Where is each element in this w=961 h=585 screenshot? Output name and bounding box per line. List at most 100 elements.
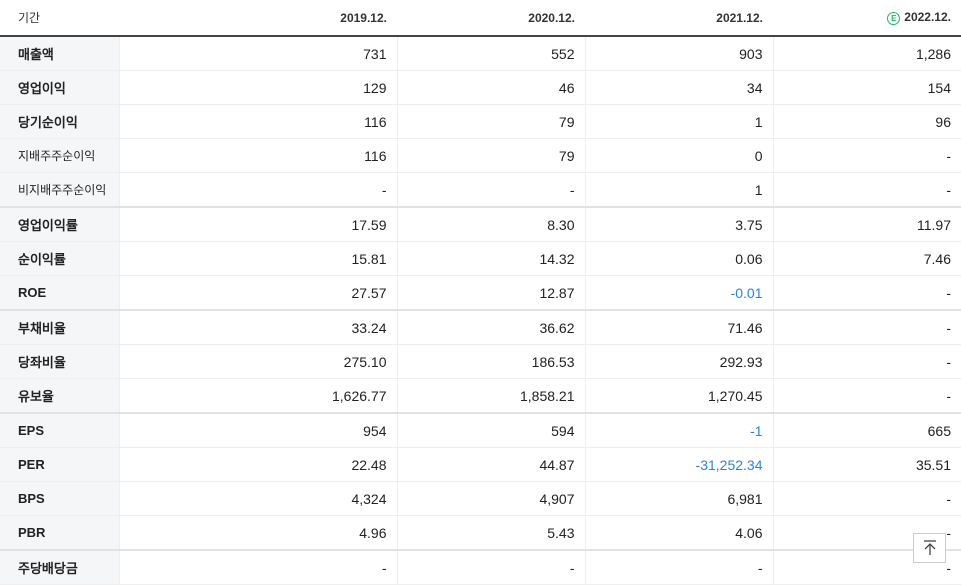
table-cell: 129 [118,70,397,105]
table-cell: 15.81 [118,241,397,276]
table-row: 당좌비율 275.10 186.53 292.93- [0,344,961,379]
table-cell: - [772,378,961,414]
period-header: 2020.12. [397,0,585,37]
row-label: 주당배당금 [0,549,119,585]
row-label: 유보율 [0,378,119,414]
table-cell: 903 [584,36,773,71]
period-header-label: 기간 [0,0,119,37]
table-cell: 4,907 [396,481,585,516]
table-cell: 116 [118,138,397,173]
table-cell: - [772,344,961,379]
table-row: 순이익률 15.81 14.32 0.06 7.46 [0,241,961,276]
row-label: BPS [0,481,119,516]
table-cell: 4.96 [118,515,397,551]
table-cell: 35.51 [772,447,961,482]
table-cell: 552 [396,36,585,71]
table-cell: 0 [584,138,773,173]
table-cell: -31,252.34 [584,447,773,482]
table-cell: 27.57 [118,275,397,311]
table-cell: 7.46 [772,241,961,276]
row-label: 매출액 [0,36,119,71]
table-cell: 8.30 [396,206,585,242]
row-label: PER [0,447,119,482]
table-cell: 0.06 [584,241,773,276]
table-cell: 1 [584,172,773,208]
row-label: 영업이익 [0,70,119,105]
table-cell: 116 [118,104,397,139]
table-cell: - [584,549,773,585]
table-row: 매출액 731 552 903 1,286 [0,36,961,71]
row-label: 당좌비율 [0,344,119,379]
table-cell: - [118,549,397,585]
row-label: 비지배주주순이익 [0,172,119,208]
table-cell: 22.48 [118,447,397,482]
table-cell: - [396,549,585,585]
period-header: 2021.12. [585,0,773,37]
table-cell: 4.06 [584,515,773,551]
table-row: 영업이익 129 46 34 154 [0,70,961,105]
table-cell: 186.53 [396,344,585,379]
estimate-icon: E [887,12,901,25]
table-row: 지배주주순이익 116 79 0- [0,138,961,173]
table-cell: 71.46 [584,309,773,345]
table-cell: 11.97 [772,206,961,242]
table-cell: 12.87 [396,275,585,311]
table-row: BPS 4,324 4,907 6,981- [0,481,961,516]
table-cell: 1,858.21 [396,378,585,414]
table-cell: 34 [584,70,773,105]
table-cell: 5.43 [396,515,585,551]
table-cell: 4,324 [118,481,397,516]
table-cell: 1,270.45 [584,378,773,414]
table-cell: 275.10 [118,344,397,379]
row-label: 지배주주순이익 [0,138,119,173]
table-cell: 665 [772,412,961,448]
table-cell: 6,981 [584,481,773,516]
table-cell: 154 [772,70,961,105]
table-cell: 1,626.77 [118,378,397,414]
table-cell: 954 [118,412,397,448]
row-label: 당기순이익 [0,104,119,139]
table-cell: 14.32 [396,241,585,276]
table-cell: 36.62 [396,309,585,345]
row-label: 영업이익률 [0,206,119,242]
row-label: PBR [0,515,119,551]
table-cell: -0.01 [584,275,773,311]
table-cell: 292.93 [584,344,773,379]
table-cell: 96 [772,104,961,139]
table-cell: 44.87 [396,447,585,482]
table-cell: - [772,275,961,311]
period-header: 2019.12. [119,0,397,37]
row-label: 순이익률 [0,241,119,276]
table-cell: 79 [396,104,585,139]
period-header-label-text: 2022.12. [904,10,951,24]
table-row: 영업이익률 17.59 8.30 3.75 11.97 [0,206,961,242]
table-cell: 1,286 [772,36,961,71]
financial-summary-table: 기간 2019.12. 2020.12. 2021.12. E 2022.12. … [0,0,961,585]
table-cell: 46 [396,70,585,105]
table-row: 부채비율 33.24 36.62 71.46- [0,309,961,345]
table-row: ROE 27.57 12.87 -0.01- [0,275,961,311]
table-row: PER 22.48 44.87 -31,252.34 35.51 [0,447,961,482]
table-cell: 731 [118,36,397,71]
table-row: 당기순이익 116 79 1 96 [0,104,961,139]
table-cell: 1 [584,104,773,139]
table-row: 유보율 1,626.77 1,858.21 1,270.45- [0,378,961,414]
row-label: EPS [0,412,119,448]
table-cell: -1 [584,412,773,448]
table-cell: - [772,309,961,345]
row-label: 부채비율 [0,309,119,345]
table-cell: - [772,138,961,173]
table-cell: - [118,172,397,208]
table-cell: 17.59 [118,206,397,242]
table-cell: 33.24 [118,309,397,345]
table-row: EPS 954 594 -1 665 [0,412,961,448]
table-cell: 594 [396,412,585,448]
scroll-to-top-button[interactable] [913,533,946,563]
table-cell: 79 [396,138,585,173]
table-header-row: 기간 2019.12. 2020.12. 2021.12. E 2022.12. [0,0,961,37]
table-cell: 3.75 [584,206,773,242]
table-row: 주당배당금 - - - - [0,549,961,585]
period-header-estimate: E 2022.12. [773,0,961,37]
table-cell: - [396,172,585,208]
table-cell: - [772,481,961,516]
